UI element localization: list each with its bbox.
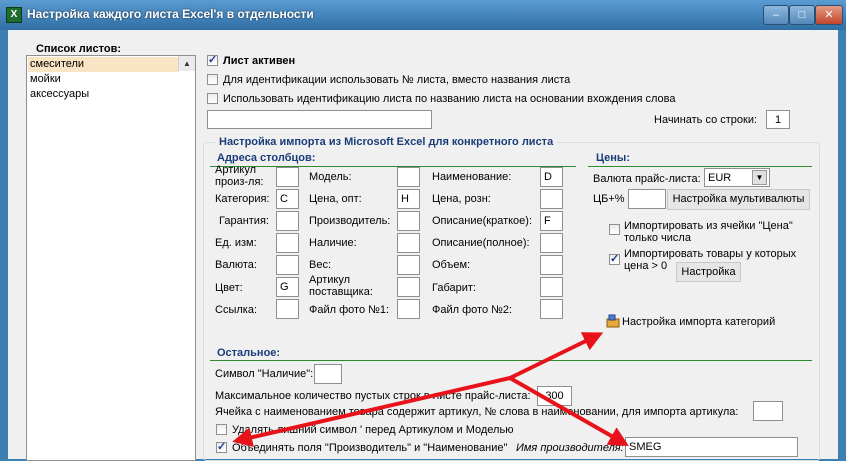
start-row-input[interactable]: 1	[766, 110, 790, 129]
sheets-listbox[interactable]: смесители мойки аксессуары ▲	[26, 55, 196, 461]
merge-fields-checkbox[interactable]	[216, 440, 227, 453]
sheets-list-header: Список листов:	[36, 43, 122, 55]
use-number-checkbox[interactable]	[207, 74, 218, 85]
field-label: Описание(полное):	[432, 237, 530, 249]
column-address-input[interactable]	[397, 233, 420, 253]
column-address-input[interactable]: G	[276, 277, 299, 297]
column-address-input[interactable]	[397, 255, 420, 275]
sheet-active-label: Лист активен	[223, 55, 296, 67]
maximize-button[interactable]: □	[789, 5, 815, 25]
excel-app-icon: X	[6, 7, 22, 23]
column-address-input[interactable]: C	[276, 189, 299, 209]
name-contains-article-label: Ячейка с наименованием товара содержит а…	[215, 406, 739, 418]
sheet-item[interactable]: мойки	[28, 72, 179, 87]
cb-percent-label: ЦБ+%	[593, 193, 625, 205]
field-label: Наличие:	[309, 237, 357, 249]
import-group-title: Настройка импорта из Microsoft Excel для…	[216, 136, 557, 148]
field-label: Цена, опт:	[309, 193, 362, 205]
field-label: Файл фото №1:	[309, 304, 390, 316]
manufacturer-name-input[interactable]: SMEG	[625, 437, 798, 457]
multicurrency-button[interactable]: Настройка мультивалюты	[667, 189, 810, 210]
field-label: Артикул произ-ля:	[215, 164, 264, 188]
field-label: Цвет:	[215, 282, 243, 294]
chevron-down-icon[interactable]: ▼	[752, 170, 767, 185]
field-label: Габарит:	[432, 282, 476, 294]
import-price-only-checkbox[interactable]	[609, 224, 620, 235]
import-price-only-label: Импортировать из ячейки "Цена" только чи…	[624, 220, 793, 244]
field-label: Файл фото №2:	[432, 304, 513, 316]
scroll-up-arrow-icon[interactable]: ▲	[178, 56, 195, 71]
column-address-input[interactable]	[397, 277, 420, 297]
use-number-label: Для идентификации использовать № листа, …	[223, 74, 571, 86]
columns-section-title: Адреса столбцов:	[217, 152, 316, 164]
column-address-input[interactable]	[276, 167, 299, 187]
start-row-label: Начинать со строки:	[654, 114, 758, 126]
use-word-checkbox[interactable]	[207, 93, 218, 104]
field-label: Категория:	[215, 193, 270, 205]
sheet-item[interactable]: аксессуары	[28, 87, 179, 102]
column-address-input[interactable]	[397, 299, 420, 319]
word-input[interactable]	[207, 110, 432, 129]
remove-symbol-checkbox[interactable]	[216, 424, 227, 435]
field-label: Артикул поставщика:	[309, 274, 373, 298]
column-address-input[interactable]	[540, 277, 563, 297]
currency-value: EUR	[708, 172, 732, 184]
sheet-item[interactable]: смесители	[28, 57, 179, 72]
use-word-label: Использовать идентификацию листа по назв…	[223, 93, 676, 105]
field-label: Объем:	[432, 259, 471, 271]
column-address-input[interactable]: H	[397, 189, 420, 209]
window-title: Настройка каждого листа Excel'я в отдель…	[27, 7, 314, 21]
column-address-input[interactable]	[276, 255, 299, 275]
field-label: Производитель:	[309, 215, 391, 227]
max-empty-rows-input[interactable]: 300	[537, 386, 572, 406]
availability-symbol-label: Символ "Наличие":	[215, 368, 314, 380]
prices-section-title: Цены:	[596, 152, 630, 164]
column-address-input[interactable]	[397, 211, 420, 231]
column-address-input[interactable]: F	[540, 211, 563, 231]
close-button[interactable]: ✕	[815, 5, 843, 25]
field-label: Ссылка:	[215, 304, 257, 316]
column-address-input[interactable]: D	[540, 167, 563, 187]
other-section-title: Остальное:	[217, 347, 281, 359]
category-import-link[interactable]: Настройка импорта категорий	[622, 316, 775, 328]
field-label: Цена, розн:	[432, 193, 491, 205]
merge-fields-label: Объединять поля "Производитель" и "Наиме…	[232, 442, 508, 454]
column-address-input[interactable]	[540, 233, 563, 253]
currency-label: Валюта прайс-листа:	[593, 173, 701, 185]
field-label: Гарантия:	[219, 215, 269, 227]
remove-symbol-label: Удалять лишний символ ' перед Артикулом …	[232, 424, 514, 436]
other-divider	[210, 360, 812, 361]
price-settings-button[interactable]: Настройка	[676, 262, 741, 282]
field-label: Ед. изм:	[215, 237, 257, 249]
column-address-input[interactable]	[276, 299, 299, 319]
column-address-input[interactable]	[540, 189, 563, 209]
column-address-input[interactable]	[276, 233, 299, 253]
column-address-input[interactable]	[540, 299, 563, 319]
availability-symbol-input[interactable]	[314, 364, 342, 384]
column-address-input[interactable]	[397, 167, 420, 187]
import-price-gt0-checkbox[interactable]	[609, 252, 620, 265]
folder-settings-icon[interactable]	[606, 314, 620, 328]
field-label: Валюта:	[215, 259, 257, 271]
max-empty-rows-label: Максимальное количество пустых строк в л…	[215, 390, 531, 402]
field-label: Вес:	[309, 259, 332, 271]
prices-divider	[588, 166, 812, 167]
cb-percent-input[interactable]	[628, 189, 666, 209]
column-address-input[interactable]	[540, 255, 563, 275]
sheet-active-checkbox[interactable]	[207, 53, 218, 66]
name-contains-article-input[interactable]	[753, 401, 783, 421]
field-label: Модель:	[309, 171, 352, 183]
manufacturer-name-label: Имя производителя:	[516, 442, 624, 454]
column-address-input[interactable]	[276, 211, 299, 231]
minimize-button[interactable]: –	[763, 5, 789, 25]
field-label: Наименование:	[432, 171, 512, 183]
field-label: Описание(краткое):	[432, 215, 533, 227]
